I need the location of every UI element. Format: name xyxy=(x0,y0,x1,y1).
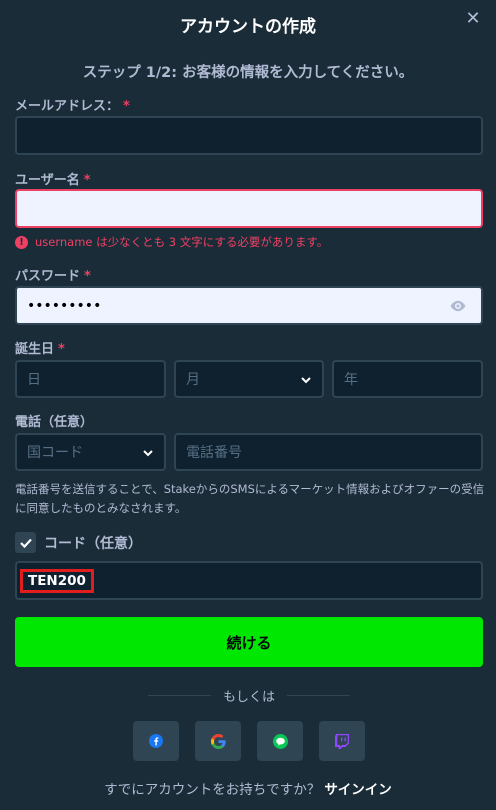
birthdate-label: 誕生日 * xyxy=(15,338,65,357)
username-label-text: ユーザー名 xyxy=(15,173,80,188)
twitch-login-button[interactable] xyxy=(319,721,365,761)
error-icon: ! xyxy=(15,235,28,249)
continue-button[interactable]: 続ける xyxy=(15,617,483,667)
email-field[interactable] xyxy=(15,116,483,155)
or-divider: もしくは xyxy=(148,685,351,705)
code-label: コード（任意） xyxy=(44,536,142,552)
google-login-button[interactable] xyxy=(195,721,241,761)
chevron-down-icon xyxy=(300,374,312,386)
country-code-select[interactable]: 国コード xyxy=(15,433,166,471)
password-label: パスワード * xyxy=(15,265,91,284)
show-password-icon[interactable] xyxy=(449,297,467,315)
phone-number-placeholder: 電話番号 xyxy=(186,445,242,461)
birthdate-label-text: 誕生日 xyxy=(15,342,55,357)
facebook-login-button[interactable] xyxy=(133,721,179,761)
step-subtitle: ステップ 1/2: お客様の情報を入力してください。 xyxy=(82,65,414,81)
google-icon xyxy=(210,733,226,749)
signin-prompt: すでにアカウントをお持ちですか？ サインイン xyxy=(0,778,496,798)
birth-month-select[interactable]: 月 xyxy=(174,360,324,398)
twitch-icon xyxy=(335,733,349,749)
required-mark: * xyxy=(123,99,130,114)
phone-number-field[interactable]: 電話番号 xyxy=(174,433,483,471)
code-value: TEN200 xyxy=(20,569,94,593)
username-label: ユーザー名 * xyxy=(15,169,91,188)
email-label: メールアドレス： * xyxy=(15,95,130,114)
line-icon xyxy=(272,733,288,749)
signin-link[interactable]: サインイン xyxy=(324,782,392,798)
birth-year-field[interactable]: 年 xyxy=(332,360,483,398)
username-field[interactable] xyxy=(15,189,483,228)
birth-month-placeholder: 月 xyxy=(186,372,200,388)
required-mark: * xyxy=(84,269,91,284)
divider-line xyxy=(148,694,211,696)
signin-prompt-text: すでにアカウントをお持ちですか？ xyxy=(104,782,321,798)
password-field[interactable]: ••••••••• xyxy=(15,286,483,325)
username-error-text: username は少なくとも 3 文字にする必要があります。 xyxy=(35,235,329,249)
line-login-button[interactable] xyxy=(257,721,303,761)
required-mark: * xyxy=(83,173,91,188)
phone-label-text: 電話（任意） xyxy=(15,415,94,430)
username-error: ! username は少なくとも 3 文字にする必要があります。 xyxy=(15,234,328,250)
country-code-placeholder: 国コード xyxy=(27,445,83,461)
email-label-text: メールアドレス： xyxy=(15,99,120,114)
divider-line xyxy=(287,694,351,696)
close-icon[interactable]: ✕ xyxy=(464,10,482,28)
required-mark: * xyxy=(58,342,65,357)
code-field[interactable]: TEN200 xyxy=(15,561,483,600)
create-account-modal: アカウントの作成 ✕ ステップ 1/2: お客様の情報を入力してください。 メー… xyxy=(0,0,496,810)
birth-day-placeholder: 日 xyxy=(27,372,41,388)
facebook-icon xyxy=(149,734,163,748)
phone-consent-note: 電話番号を送信することで、StakeからのSMSによるマーケット情報およびオファ… xyxy=(15,482,485,515)
code-checkbox[interactable] xyxy=(15,532,36,553)
password-label-text: パスワード xyxy=(15,269,81,284)
birth-year-placeholder: 年 xyxy=(344,372,358,388)
password-value: ••••••••• xyxy=(27,297,102,314)
or-label: もしくは xyxy=(223,689,276,705)
modal-title: アカウントの作成 xyxy=(180,17,316,37)
chevron-down-icon xyxy=(142,447,154,459)
birth-day-field[interactable]: 日 xyxy=(15,360,166,398)
phone-label: 電話（任意） xyxy=(15,411,93,430)
checkmark-icon xyxy=(19,538,32,548)
